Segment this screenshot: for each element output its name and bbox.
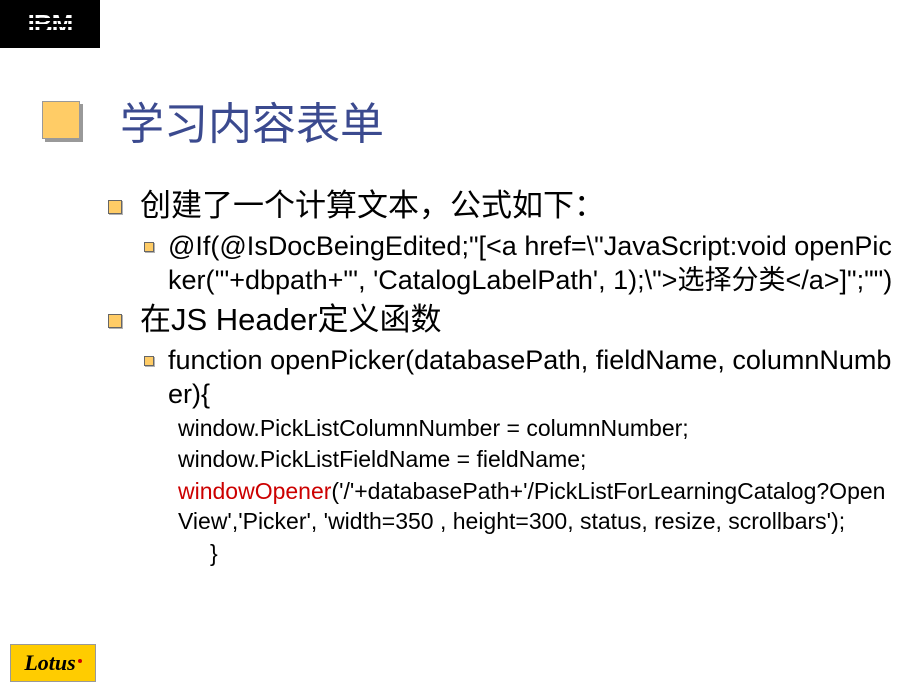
bullet-square-icon bbox=[108, 314, 122, 328]
bullet-text: function openPicker(databasePath, fieldN… bbox=[168, 344, 900, 412]
ibm-logo: IBM bbox=[0, 0, 100, 48]
bullet-level1: 创建了一个计算文本，公式如下： bbox=[108, 186, 900, 226]
red-text: windowOpener bbox=[178, 478, 331, 504]
title-row: 学习内容表单 bbox=[42, 88, 384, 152]
bullet-square-icon bbox=[144, 242, 154, 252]
bullet-text: 创建了一个计算文本，公式如下： bbox=[140, 186, 605, 226]
code-text: window.PickListColumnNumber = columnNumb… bbox=[170, 414, 900, 444]
bullet-text: @If(@IsDocBeingEdited;"[<a href=\"JavaSc… bbox=[168, 230, 900, 298]
lotus-logo: Lotus bbox=[10, 644, 96, 682]
code-line: window.PickListFieldName = fieldName; bbox=[170, 445, 900, 475]
bullet-level2: @If(@IsDocBeingEdited;"[<a href=\"JavaSc… bbox=[144, 230, 900, 298]
code-text: window.PickListFieldName = fieldName; bbox=[170, 445, 900, 475]
slide-title: 学习内容表单 bbox=[120, 88, 384, 152]
bullet-level1: 在JS Header定义函数 bbox=[108, 300, 900, 340]
bullet-text: 在JS Header定义函数 bbox=[140, 300, 441, 340]
bullet-square-icon bbox=[144, 356, 154, 366]
bullet-square-icon bbox=[108, 200, 122, 214]
lotus-dot-icon bbox=[78, 659, 82, 663]
content-area: 创建了一个计算文本，公式如下： @If(@IsDocBeingEdited;"[… bbox=[108, 186, 900, 571]
slide: IBM 学习内容表单 创建了一个计算文本，公式如下： @If(@IsDocBei… bbox=[0, 0, 920, 690]
lotus-logo-text: Lotus bbox=[24, 650, 75, 676]
ibm-logo-text: IBM bbox=[28, 9, 73, 40]
code-line: } bbox=[202, 539, 900, 569]
code-line: windowOpener('/'+databasePath+'/PickList… bbox=[170, 477, 900, 537]
code-line: window.PickListColumnNumber = columnNumb… bbox=[170, 414, 900, 444]
code-brace: } bbox=[202, 539, 900, 569]
code-text: windowOpener('/'+databasePath+'/PickList… bbox=[170, 477, 900, 537]
bullet-level2: function openPicker(databasePath, fieldN… bbox=[144, 344, 900, 412]
title-bullet-block bbox=[42, 101, 80, 139]
